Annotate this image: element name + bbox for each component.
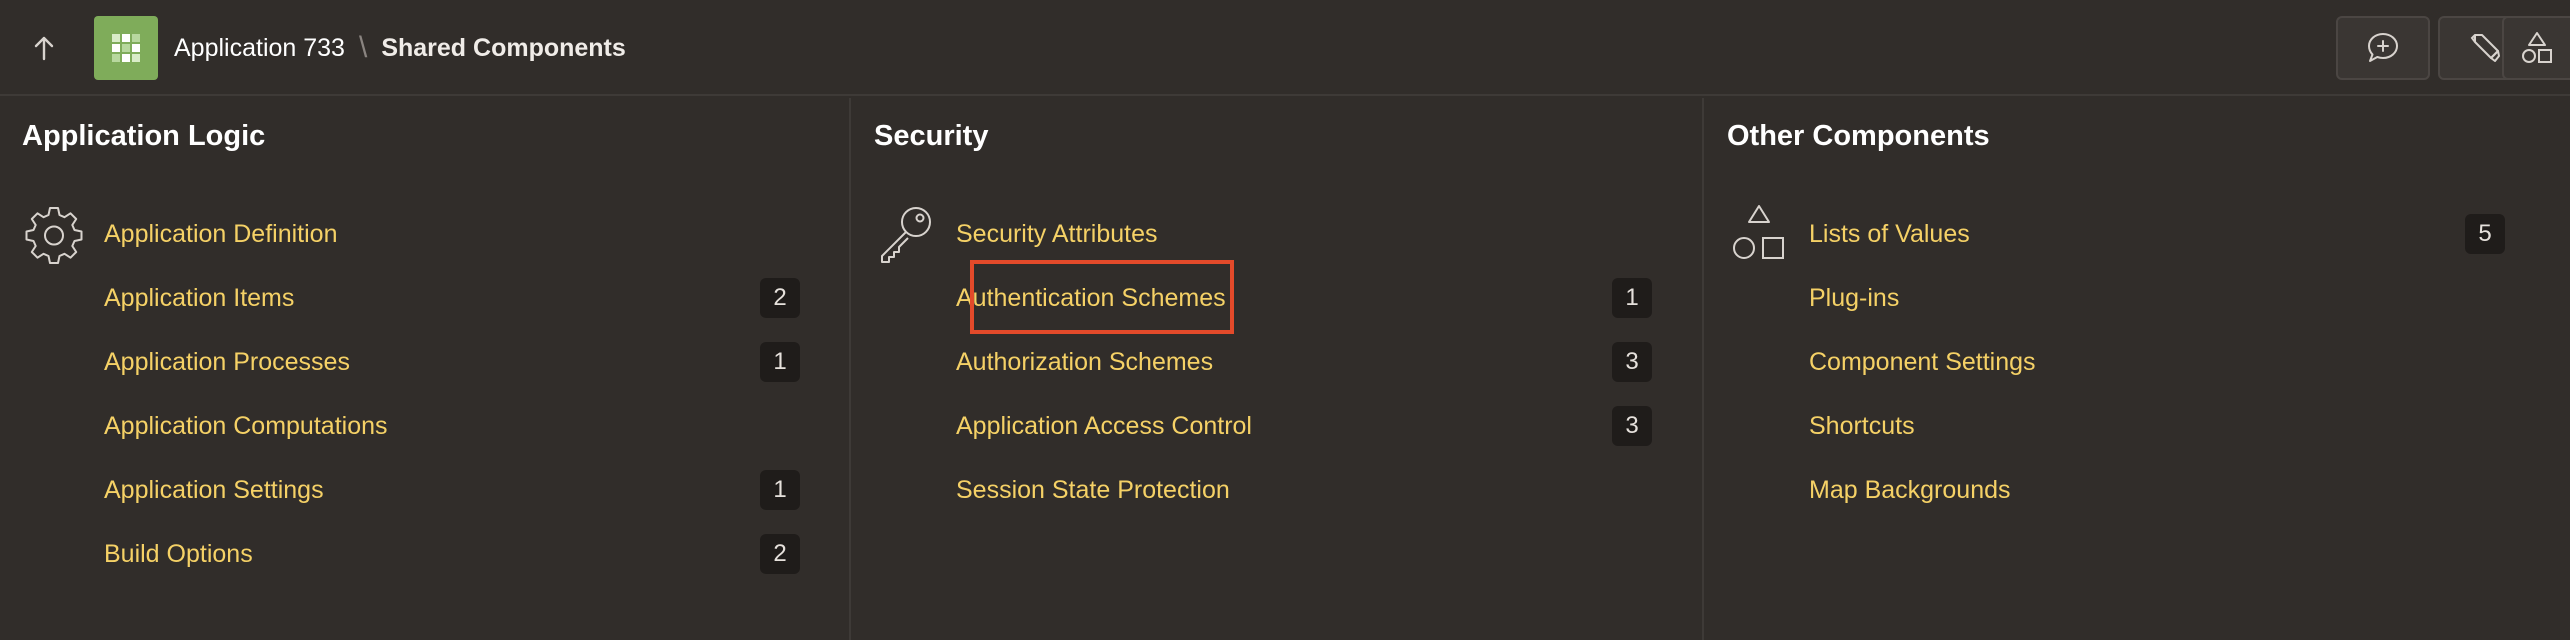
other-components-column: Other Components Lists of Values 5 Plug-…: [1705, 98, 2570, 640]
count-badge: 1: [760, 342, 800, 382]
application-items-link[interactable]: Application Items: [104, 284, 294, 313]
security-column: Security Security Attributes Authenticat…: [852, 98, 1702, 640]
map-backgrounds-link[interactable]: Map Backgrounds: [1809, 476, 2011, 505]
security-attributes-link[interactable]: Security Attributes: [956, 220, 1157, 249]
lists-of-values-link[interactable]: Lists of Values: [1809, 220, 1970, 249]
application-settings-link[interactable]: Application Settings: [104, 476, 324, 505]
count-badge: 1: [760, 470, 800, 510]
list-item: Shortcuts: [1809, 402, 1915, 450]
breadcrumb-application-link[interactable]: Application 733: [174, 34, 345, 63]
navigate-up-button[interactable]: [24, 28, 64, 68]
app-grid-icon: [112, 34, 140, 62]
count-badge: 1: [1612, 278, 1652, 318]
application-definition-link[interactable]: Application Definition: [104, 220, 337, 249]
application-access-control-link[interactable]: Application Access Control: [956, 412, 1252, 441]
list-item: Application Access Control: [956, 402, 1252, 450]
add-comment-button[interactable]: [2336, 16, 2430, 80]
application-computations-link[interactable]: Application Computations: [104, 412, 388, 441]
shared-components-button[interactable]: [2502, 16, 2570, 80]
application-logic-heading: Application Logic: [22, 120, 266, 152]
list-item: Build Options: [104, 530, 253, 578]
column-divider: [849, 98, 851, 640]
breadcrumb: Application 733 \ Shared Components: [174, 28, 626, 68]
list-item: Security Attributes: [956, 210, 1157, 258]
shapes-icon: [1733, 205, 1784, 259]
application-icon[interactable]: [94, 16, 158, 80]
list-item: Authentication Schemes: [956, 274, 1226, 322]
component-settings-link[interactable]: Component Settings: [1809, 348, 2036, 377]
list-item: Application Settings: [104, 466, 324, 514]
breadcrumb-separator: \: [358, 31, 368, 64]
application-processes-link[interactable]: Application Processes: [104, 348, 350, 377]
key-icon: [881, 207, 931, 263]
list-item: Map Backgrounds: [1809, 466, 2011, 514]
list-item: Authorization Schemes: [956, 338, 1213, 386]
gear-icon: [25, 207, 83, 264]
list-item: Application Definition: [104, 210, 337, 258]
top-bar: Application 733 \ Shared Components: [0, 0, 2570, 96]
page-title: Shared Components: [381, 33, 626, 62]
list-item: Application Computations: [104, 402, 388, 450]
build-options-link[interactable]: Build Options: [104, 540, 253, 569]
count-badge: 5: [2465, 214, 2505, 254]
count-badge: 2: [760, 534, 800, 574]
list-item: Session State Protection: [956, 466, 1230, 514]
authorization-schemes-link[interactable]: Authorization Schemes: [956, 348, 1213, 377]
plug-ins-link[interactable]: Plug-ins: [1809, 284, 1899, 313]
marker-icon: [2470, 34, 2500, 62]
list-item: Application Items: [104, 274, 294, 322]
add-comment-icon: [2368, 33, 2398, 62]
count-badge: 2: [760, 278, 800, 318]
count-badge: 3: [1612, 406, 1652, 446]
shortcuts-link[interactable]: Shortcuts: [1809, 412, 1915, 441]
column-divider: [1702, 98, 1704, 640]
shapes-icon: [2522, 32, 2552, 63]
application-logic-column: Application Logic Application Definition…: [0, 98, 850, 640]
count-badge: 3: [1612, 342, 1652, 382]
security-heading: Security: [874, 120, 989, 152]
arrow-up-icon: [34, 36, 54, 61]
other-components-heading: Other Components: [1727, 120, 1990, 152]
session-state-protection-link[interactable]: Session State Protection: [956, 476, 1230, 505]
list-item: Component Settings: [1809, 338, 2036, 386]
authentication-schemes-link[interactable]: Authentication Schemes: [956, 284, 1226, 313]
list-item: Plug-ins: [1809, 274, 1899, 322]
list-item: Lists of Values: [1809, 210, 1970, 258]
list-item: Application Processes: [104, 338, 350, 386]
